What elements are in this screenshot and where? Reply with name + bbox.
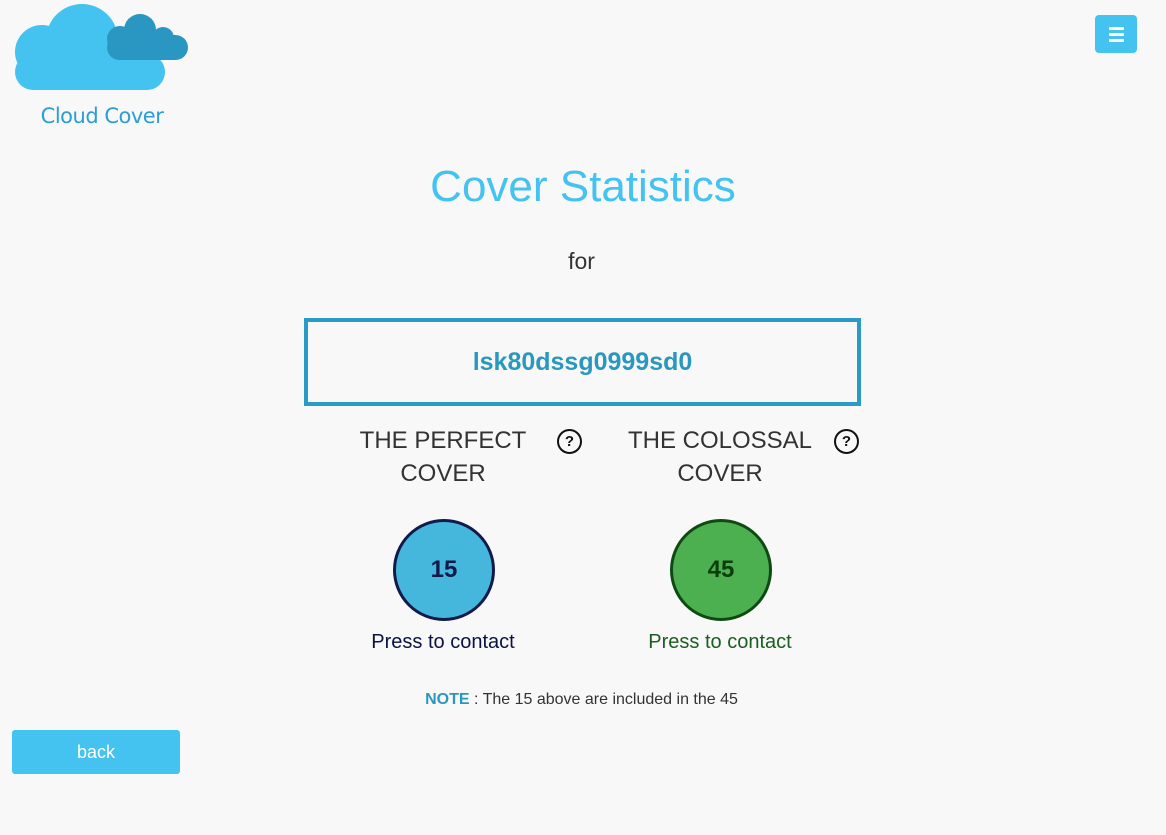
identifier-box: lsk80dssg0999sd0	[304, 318, 861, 406]
back-button[interactable]: back	[12, 730, 180, 774]
cloud-icon	[15, 4, 188, 90]
colossal-cover-heading: THE COLOSSAL COVER	[600, 424, 840, 490]
note-label: NOTE	[425, 691, 470, 708]
perfect-cover-count: 15	[430, 556, 458, 583]
colossal-cover-count-button[interactable]: 45	[670, 519, 772, 621]
perfect-cover-contact-link[interactable]: Press to contact	[323, 631, 563, 654]
logo-text: Cloud Cover	[40, 104, 164, 128]
perfect-cover-heading-line2: COVER	[400, 460, 486, 487]
perfect-cover-count-button[interactable]: 15	[393, 519, 495, 621]
menu-button[interactable]	[1095, 15, 1137, 53]
colossal-cover-count: 45	[707, 556, 735, 583]
colossal-cover-heading-line2: COVER	[677, 460, 763, 487]
note-text: : The 15 above are included in the 45	[469, 691, 738, 708]
colossal-cover-help-icon[interactable]: ?	[834, 429, 859, 454]
app-logo[interactable]: Cloud Cover	[12, 2, 192, 132]
for-label: for	[568, 248, 595, 274]
perfect-cover-heading-line1: THE PERFECT	[359, 427, 527, 454]
page-title: Cover Statistics	[430, 162, 736, 211]
colossal-cover-heading-line1: THE COLOSSAL	[627, 427, 813, 454]
identifier-value: lsk80dssg0999sd0	[472, 347, 693, 376]
colossal-cover-contact-link[interactable]: Press to contact	[600, 631, 840, 654]
perfect-cover-help-icon[interactable]: ?	[557, 429, 582, 454]
note: NOTE : The 15 above are included in the …	[0, 691, 1163, 709]
perfect-cover-heading: THE PERFECT COVER	[323, 424, 563, 490]
